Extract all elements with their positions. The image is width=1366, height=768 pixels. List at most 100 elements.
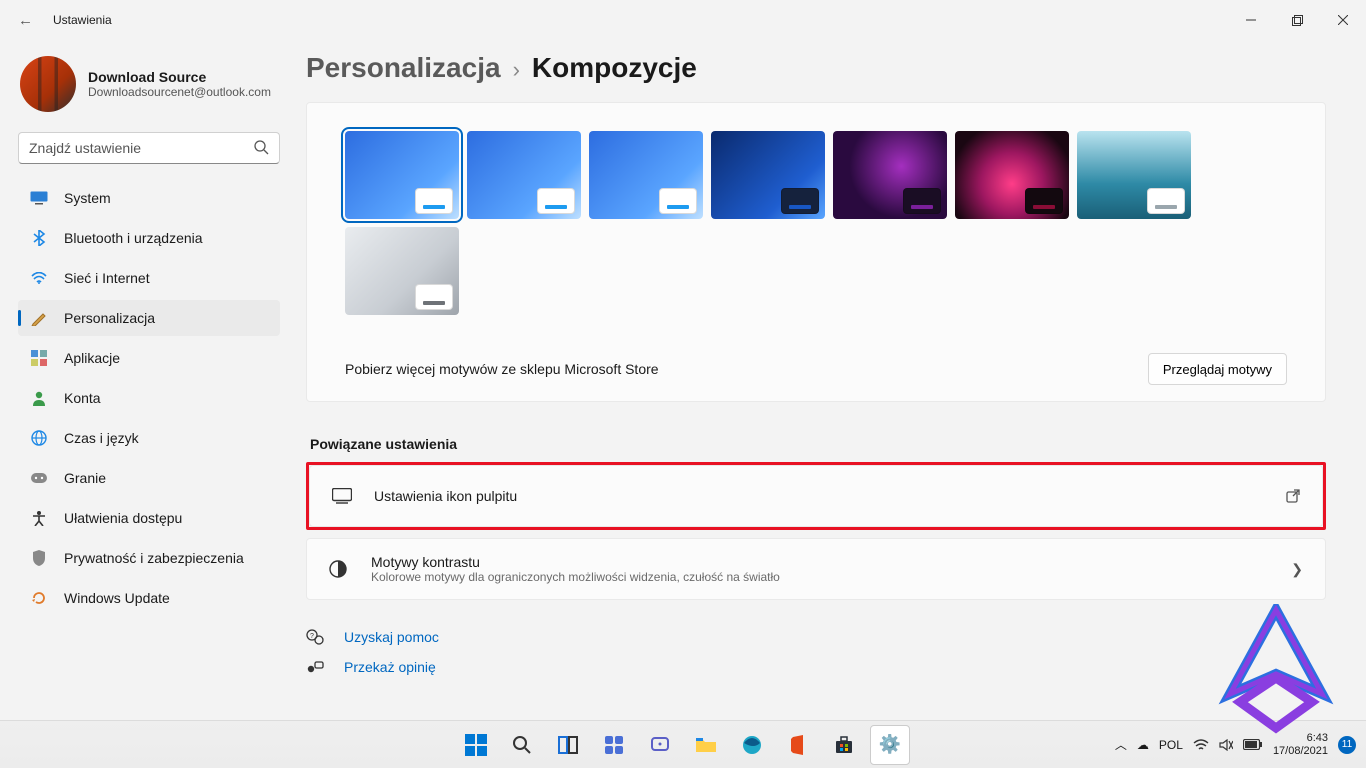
nav-icon [30,510,48,526]
nav-icon [30,550,48,566]
close-icon [1338,15,1348,25]
breadcrumb: Personalizacja › Kompozycje [306,52,1326,84]
theme-option-2[interactable] [589,131,703,219]
nav-icon [30,390,48,406]
sidebar-item-7[interactable]: Granie [18,460,280,496]
gear-icon: ⚙️ [879,734,901,755]
wifi-icon[interactable] [1193,739,1209,751]
sidebar-item-10[interactable]: Windows Update [18,580,280,616]
notification-badge[interactable]: 11 [1338,736,1356,754]
sidebar-item-4[interactable]: Aplikacje [18,340,280,376]
theme-option-0[interactable] [345,131,459,219]
back-button[interactable]: ← [18,12,33,29]
sidebar-item-1[interactable]: Bluetooth i urządzenia [18,220,280,256]
nav-label: Aplikacje [64,350,120,366]
maximize-icon [1292,15,1303,26]
nav-icon [30,430,48,446]
office-button[interactable] [778,725,818,765]
search-placeholder: Znajdź ustawienie [29,140,141,156]
nav-label: Personalizacja [64,310,155,326]
titlebar: ← Ustawienia [0,0,1366,40]
theme-option-7[interactable] [345,227,459,315]
desktop-icon [332,488,352,504]
nav-label: Konta [64,390,101,406]
onedrive-icon[interactable]: ☁ [1137,738,1149,752]
chat-button[interactable] [640,725,680,765]
nav-icon [30,472,48,484]
breadcrumb-parent[interactable]: Personalizacja [306,52,501,84]
taskbar-right: ︿ ☁ POL 6:43 17/08/2021 11 [1115,732,1366,757]
feedback-icon [306,659,326,675]
give-feedback-link[interactable]: Przekaż opinię [306,652,1326,682]
volume-icon[interactable] [1219,739,1233,751]
windows-icon [465,734,487,756]
sidebar-item-8[interactable]: Ułatwienia dostępu [18,500,280,536]
widgets-button[interactable] [594,725,634,765]
clock[interactable]: 6:43 17/08/2021 [1273,732,1328,757]
theme-option-1[interactable] [467,131,581,219]
svg-text:?: ? [310,633,314,640]
nav-icon [30,310,48,326]
sidebar-item-6[interactable]: Czas i język [18,420,280,456]
contrast-themes-title: Motywy kontrastu [371,554,780,570]
settings-button[interactable]: ⚙️ [870,725,910,765]
nav-label: Ułatwienia dostępu [64,510,182,526]
nav-label: Prywatność i zabezpieczenia [64,550,244,566]
window-title: Ustawienia [53,13,112,27]
get-help-link[interactable]: ? Uzyskaj pomoc [306,622,1326,652]
avatar [20,56,76,112]
nav-icon [30,230,48,246]
nav-label: Czas i język [64,430,139,446]
footer-links: ? Uzyskaj pomoc Przekaż opinię [306,622,1326,682]
battery-icon[interactable] [1243,739,1263,750]
nav-label: Granie [64,470,106,486]
sidebar-item-3[interactable]: Personalizacja [18,300,280,336]
theme-option-4[interactable] [833,131,947,219]
contrast-themes-subtitle: Kolorowe motywy dla ograniczonych możliw… [371,570,780,584]
close-button[interactable] [1320,0,1366,40]
search-input[interactable]: Znajdź ustawienie [18,132,280,164]
help-icon: ? [306,629,326,645]
taskbar: ⚙️ ︿ ☁ POL 6:43 17/08/2021 11 [0,720,1366,768]
theme-option-3[interactable] [711,131,825,219]
sidebar-item-9[interactable]: Prywatność i zabezpieczenia [18,540,280,576]
contrast-icon [329,560,349,578]
minimize-icon [1246,15,1256,25]
sidebar-item-5[interactable]: Konta [18,380,280,416]
breadcrumb-current: Kompozycje [532,52,697,84]
tray-chevron-icon[interactable]: ︿ [1115,736,1127,753]
minimize-button[interactable] [1228,0,1274,40]
contrast-themes-row[interactable]: Motywy kontrastu Kolorowe motywy dla ogr… [306,538,1326,600]
language-indicator[interactable]: POL [1159,738,1183,752]
nav-list: System Bluetooth i urządzenia Sieć i Inter… [18,180,280,616]
theme-grid [345,131,1287,315]
taskbar-search-button[interactable] [502,725,542,765]
desktop-icon-settings-label: Ustawienia ikon pulpitu [374,488,517,504]
nav-label: Bluetooth i urządzenia [64,230,203,246]
widgets-icon [604,735,624,755]
sidebar-item-2[interactable]: Sieć i Internet [18,260,280,296]
taskbar-center: ⚙️ [456,725,910,765]
edge-button[interactable] [732,725,772,765]
chevron-right-icon: › [513,57,520,83]
related-settings-title: Powiązane ustawienia [310,436,1326,452]
maximize-button[interactable] [1274,0,1320,40]
task-view-button[interactable] [548,725,588,765]
start-button[interactable] [456,725,496,765]
store-button[interactable] [824,725,864,765]
theme-option-5[interactable] [955,131,1069,219]
nav-label: Windows Update [64,590,170,606]
account-block[interactable]: Download Source Downloadsourcenet@outloo… [18,54,286,132]
explorer-button[interactable] [686,725,726,765]
nav-icon [30,350,48,366]
sidebar: Download Source Downloadsourcenet@outloo… [0,40,296,720]
store-text: Pobierz więcej motywów ze sklepu Microso… [345,361,659,377]
sidebar-item-0[interactable]: System [18,180,280,216]
edge-icon [742,735,762,755]
browse-themes-button[interactable]: Przeglądaj motywy [1148,353,1287,385]
themes-card: Pobierz więcej motywów ze sklepu Microso… [306,102,1326,402]
desktop-icon-settings-row[interactable]: Ustawienia ikon pulpitu [309,465,1323,527]
store-icon [834,735,854,755]
theme-option-6[interactable] [1077,131,1191,219]
content-pane: Personalizacja › Kompozycje Pobierz więc… [296,40,1366,720]
